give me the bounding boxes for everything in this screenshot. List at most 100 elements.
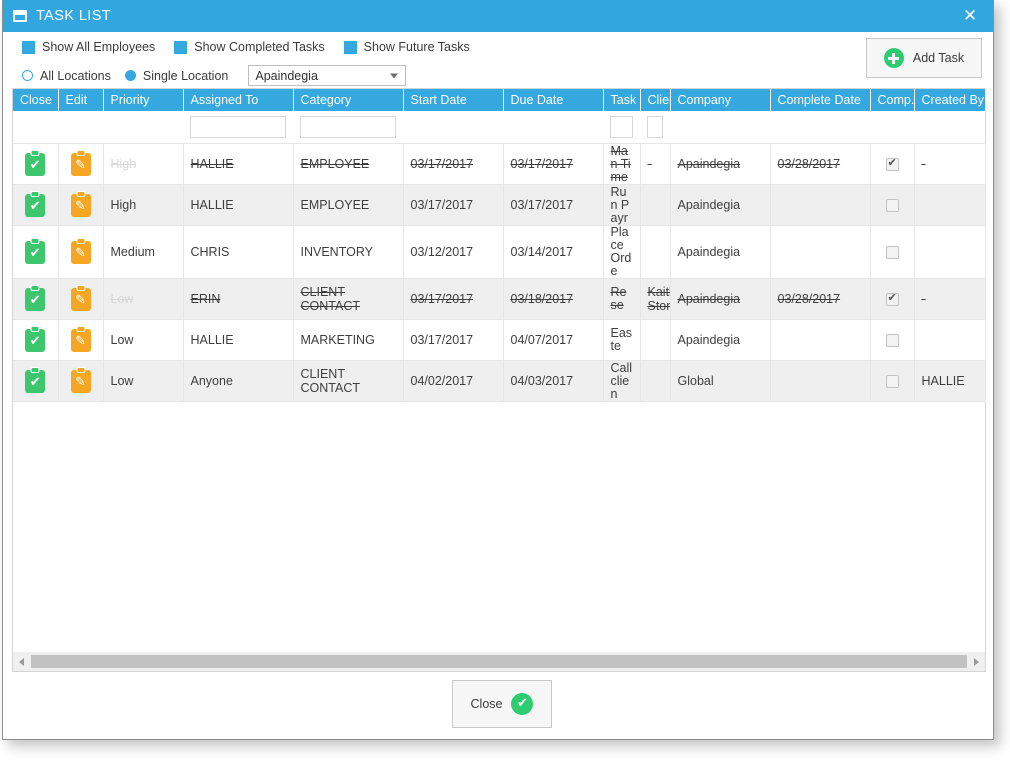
table-row[interactable]: ✔ ✎ High HALLIE EMPLOYEE 03/17/2017 03/17/2017… xyxy=(13,184,986,226)
close-task-clipboard-icon[interactable]: ✔ xyxy=(25,190,46,217)
cell-priority: Low xyxy=(103,278,184,320)
close-task-clipboard-icon[interactable]: ✔ xyxy=(25,366,46,393)
filter-cell-close xyxy=(13,111,58,144)
cell-company: Apaindegia xyxy=(670,143,771,185)
close-icon[interactable]: ✕ xyxy=(947,0,993,32)
cell-company: Apaindegia xyxy=(670,278,771,320)
cell-edit[interactable]: ✎ xyxy=(58,143,104,185)
cell-due: 04/03/2017 xyxy=(503,360,604,402)
scrollbar-thumb[interactable] xyxy=(31,655,967,668)
close-task-clipboard-icon[interactable]: ✔ xyxy=(25,237,46,264)
clipboard-mark: ✎ xyxy=(75,198,86,214)
cell-due: 03/18/2017 xyxy=(503,278,604,320)
checkbox-show-future-tasks[interactable]: Show Future Tasks xyxy=(343,40,470,54)
filter-input-assigned[interactable] xyxy=(190,116,286,138)
clipboard-clip xyxy=(76,190,85,197)
cell-company: Apaindegia xyxy=(670,184,771,226)
table-row[interactable]: ✔ ✎ Low Anyone CLIENT CONTACT 04/02/2017 04/03… xyxy=(13,360,986,402)
close-task-clipboard-icon[interactable]: ✔ xyxy=(25,284,46,311)
column-header-created[interactable]: Created By xyxy=(914,89,986,111)
cell-edit[interactable]: ✎ xyxy=(58,225,104,279)
edit-task-clipboard-icon[interactable]: ✎ xyxy=(70,284,91,311)
edit-task-clipboard-icon[interactable]: ✎ xyxy=(70,237,91,264)
location-select-value: Apaindegia xyxy=(255,68,318,83)
column-header-edit[interactable]: Edit xyxy=(58,89,104,111)
edit-task-clipboard-icon[interactable]: ✎ xyxy=(70,190,91,217)
column-header-complete[interactable]: Complete Date xyxy=(770,89,871,111)
filter-cell-start xyxy=(403,111,503,144)
task-grid: Close Edit Priority Assigned To Category Star… xyxy=(12,88,986,672)
filter-cell-category xyxy=(293,111,403,144)
table-row[interactable]: ✔ ✎ Medium CHRIS INVENTORY 03/12/2017 03/14/20… xyxy=(13,225,986,279)
column-header-comp[interactable]: Comp. xyxy=(870,89,915,111)
close-task-clipboard-icon[interactable]: ✔ xyxy=(25,149,46,176)
add-task-button[interactable]: Add Task xyxy=(866,38,982,78)
cell-company: Global xyxy=(670,360,771,402)
column-header-client[interactable]: Clien xyxy=(640,89,671,111)
checkbox-label: Show Completed Tasks xyxy=(194,40,325,54)
cell-close[interactable]: ✔ xyxy=(13,184,59,226)
clipboard-mark: ✔ xyxy=(29,292,41,308)
table-row[interactable]: ✔ ✎ Low ERIN CLIENT CONTACT 03/17/2017 03/18/2… xyxy=(13,278,986,320)
cell-priority: High xyxy=(103,143,184,185)
scroll-right-arrow-icon[interactable] xyxy=(968,653,985,671)
cell-close[interactable]: ✔ xyxy=(13,360,59,402)
cell-complete: 03/28/2017 xyxy=(770,278,871,320)
filter-input-task[interactable] xyxy=(610,116,633,138)
clipboard-mark: ✎ xyxy=(75,245,86,261)
column-header-task[interactable]: Task xyxy=(603,89,641,111)
edit-task-clipboard-icon[interactable]: ✎ xyxy=(70,149,91,176)
completed-checkbox[interactable] xyxy=(885,199,899,213)
filter-cell-task xyxy=(603,111,640,144)
cell-close[interactable]: ✔ xyxy=(13,319,59,361)
edit-task-clipboard-icon[interactable]: ✎ xyxy=(70,325,91,352)
checkbox-show-all-employees[interactable]: Show All Employees xyxy=(22,40,155,54)
cell-edit[interactable]: ✎ xyxy=(58,360,104,402)
cell-edit[interactable]: ✎ xyxy=(58,319,104,361)
radio-single-location[interactable]: Single Location xyxy=(124,68,229,83)
completed-checkbox[interactable] xyxy=(885,291,899,307)
location-select[interactable]: Apaindegia xyxy=(248,65,407,86)
completed-checkbox[interactable] xyxy=(885,156,899,172)
close-button[interactable]: Close xyxy=(452,680,552,728)
cell-close[interactable]: ✔ xyxy=(13,278,59,320)
horizontal-scrollbar[interactable] xyxy=(12,652,986,672)
window-icon xyxy=(13,10,27,22)
radio-label: All Locations xyxy=(40,68,111,83)
filter-cell-company xyxy=(670,111,770,144)
completed-checkbox[interactable] xyxy=(885,375,899,389)
cell-created: - xyxy=(914,278,986,320)
column-header-priority[interactable]: Priority xyxy=(103,89,184,111)
radio-circle-icon xyxy=(22,70,33,81)
filter-input-client[interactable] xyxy=(647,116,663,138)
cell-due: 03/14/2017 xyxy=(503,225,604,279)
edit-task-clipboard-icon[interactable]: ✎ xyxy=(70,366,91,393)
window-title: TASK LIST xyxy=(36,8,112,24)
column-header-close[interactable]: Close xyxy=(13,89,59,111)
scroll-left-arrow-icon[interactable] xyxy=(13,653,30,671)
cell-close[interactable]: ✔ xyxy=(13,143,59,185)
radio-all-locations[interactable]: All Locations xyxy=(22,69,111,83)
completed-checkbox[interactable] xyxy=(885,246,899,260)
cell-edit[interactable]: ✎ xyxy=(58,278,104,320)
cell-complete xyxy=(770,360,871,402)
cell-edit[interactable]: ✎ xyxy=(58,184,104,226)
close-task-clipboard-icon[interactable]: ✔ xyxy=(25,325,46,352)
cell-due: 04/07/2017 xyxy=(503,319,604,361)
table-header-row: Close Edit Priority Assigned To Category Star… xyxy=(13,89,986,111)
column-header-start[interactable]: Start Date xyxy=(403,89,504,111)
clipboard-clip xyxy=(76,237,85,244)
completed-checkbox[interactable] xyxy=(885,334,899,348)
checkbox-show-completed-tasks[interactable]: Show Completed Tasks xyxy=(174,40,325,54)
cell-comp xyxy=(870,143,915,185)
column-header-category[interactable]: Category xyxy=(293,89,404,111)
column-header-company[interactable]: Company xyxy=(670,89,771,111)
cell-close[interactable]: ✔ xyxy=(13,225,59,279)
cell-category: INVENTORY xyxy=(293,225,404,279)
filter-input-category[interactable] xyxy=(300,116,396,138)
column-header-assigned[interactable]: Assigned To xyxy=(183,89,294,111)
table-row[interactable]: ✔ ✎ Low HALLIE MARKETING 03/17/2017 04/07/2017… xyxy=(13,319,986,361)
radio-label: Single Location xyxy=(142,68,229,83)
column-header-due[interactable]: Due Date xyxy=(503,89,604,111)
table-row[interactable]: ✔ ✎ High HALLIE EMPLOYEE 03/17/2017 03/17/2017… xyxy=(13,143,986,185)
